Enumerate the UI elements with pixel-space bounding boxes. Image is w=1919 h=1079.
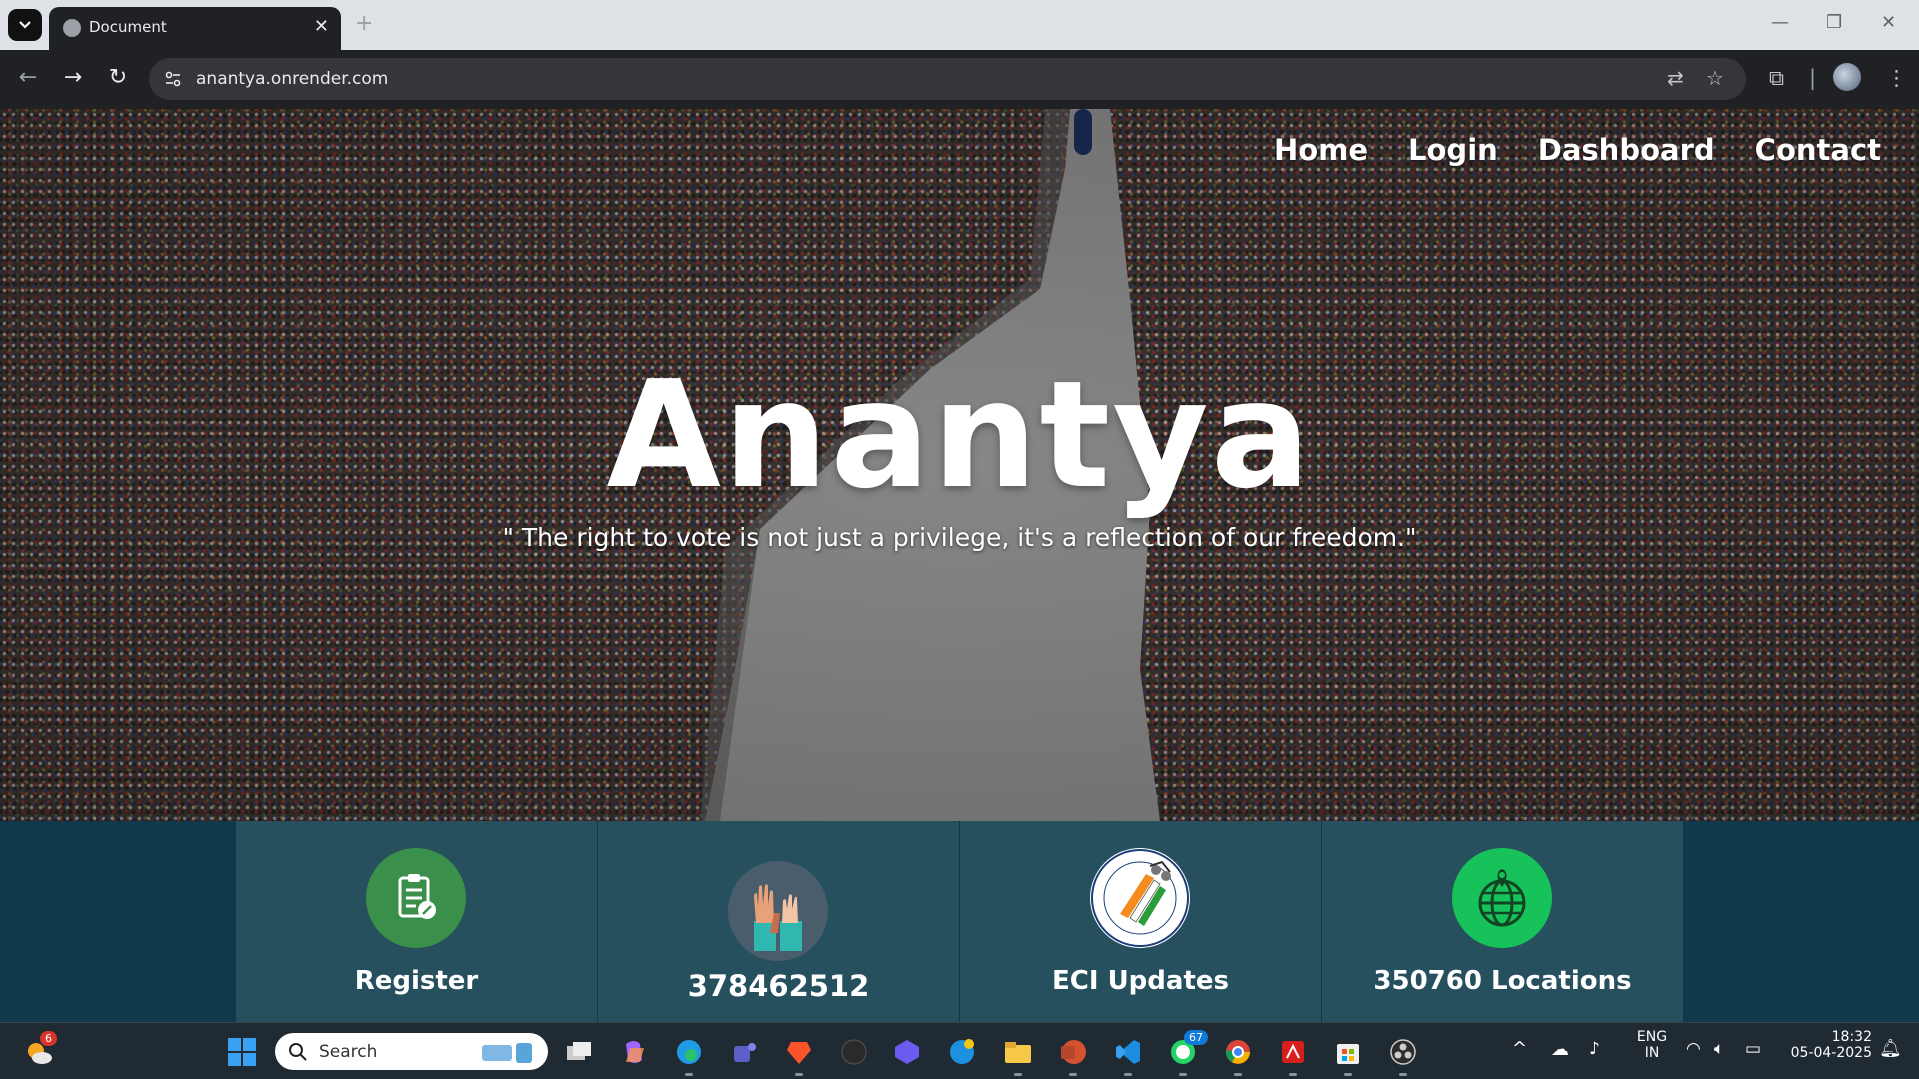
file-explorer-icon[interactable]: [1001, 1035, 1035, 1076]
notification-bell-icon[interactable]: 🔔︎: [1879, 1038, 1902, 1059]
nav-login-link[interactable]: Login: [1408, 133, 1498, 167]
reload-icon[interactable]: ↻: [103, 65, 133, 90]
hero-title: Anantya: [606, 349, 1313, 521]
browser-tab[interactable]: Document ✕: [49, 7, 341, 50]
clock-date: 05-04-2025: [1790, 1045, 1872, 1061]
browser-toolbar: ← → ↻ anantya.onrender.com ⇄ ☆ ⧉ | ⋮: [0, 50, 1919, 109]
ms-store-icon[interactable]: [1331, 1035, 1365, 1076]
url-text: anantya.onrender.com: [196, 69, 389, 89]
battery-icon[interactable]: ▭: [1745, 1039, 1761, 1059]
clock[interactable]: 18:32 05-04-2025: [1780, 1029, 1872, 1061]
voters-count-label: 378462512: [687, 969, 870, 1003]
nav-dashboard-link[interactable]: Dashboard: [1538, 133, 1715, 167]
teams-icon[interactable]: [727, 1035, 761, 1069]
extensions-icon[interactable]: ⧉: [1769, 66, 1784, 91]
register-card[interactable]: Register: [236, 821, 597, 1022]
onedrive-icon[interactable]: ☁: [1551, 1039, 1569, 1060]
hero-quote: " The right to vote is not just a privil…: [502, 523, 1417, 552]
search-icon: [289, 1043, 307, 1061]
voters-count-card[interactable]: 378462512: [598, 821, 959, 1022]
obs-icon[interactable]: [1386, 1035, 1420, 1076]
start-button[interactable]: [225, 1035, 259, 1069]
edge-icon[interactable]: [672, 1035, 706, 1076]
search-highlight-icon: [482, 1043, 532, 1063]
shield-app-icon[interactable]: [890, 1035, 924, 1069]
search-placeholder: Search: [319, 1042, 378, 1062]
browser-tab-bar: Document ✕ + — ❐ ✕: [0, 0, 1919, 50]
copilot-icon[interactable]: [617, 1035, 651, 1069]
nav-contact-link[interactable]: Contact: [1755, 133, 1881, 167]
locations-label: 350760 Locations: [1373, 966, 1632, 996]
close-tab-icon[interactable]: ✕: [314, 16, 329, 37]
forward-icon[interactable]: →: [58, 65, 88, 90]
help-app-icon[interactable]: [945, 1035, 979, 1069]
chrome-icon[interactable]: [1221, 1035, 1255, 1076]
nav-home-link[interactable]: Home: [1274, 133, 1368, 167]
toolbar-divider: |: [1809, 66, 1817, 90]
translate-icon[interactable]: ⇄: [1667, 66, 1684, 90]
whatsapp-icon[interactable]: 67: [1166, 1030, 1208, 1076]
restore-icon[interactable]: ❐: [1826, 12, 1842, 33]
globe-icon: [1452, 848, 1552, 948]
tab-title: Document: [89, 18, 167, 36]
eci-updates-label: ECI Updates: [1052, 966, 1229, 996]
globe-favicon-icon: [63, 19, 81, 37]
minimize-icon[interactable]: —: [1771, 12, 1789, 33]
features-strip: Register 378462512 ECI Updates 350760 Lo…: [0, 821, 1919, 1022]
os-taskbar: 6 Search 67 ^ ☁ ♪ ENG IN ◠ 🔈︎ ▭ 18:32 05…: [0, 1022, 1919, 1079]
powerpoint-icon[interactable]: [1056, 1035, 1090, 1076]
site-info-icon[interactable]: [163, 69, 183, 89]
new-tab-button[interactable]: +: [355, 11, 373, 36]
language-region: IN: [1644, 1045, 1660, 1061]
back-icon[interactable]: ←: [13, 65, 43, 90]
bookmark-star-icon[interactable]: ☆: [1706, 66, 1724, 90]
profile-avatar[interactable]: [1833, 63, 1861, 91]
show-hidden-icons-chevron[interactable]: ^: [1512, 1038, 1527, 1059]
clock-time: 18:32: [1831, 1029, 1872, 1045]
acrobat-icon[interactable]: [1276, 1035, 1310, 1076]
brave-icon[interactable]: [782, 1035, 816, 1076]
address-bar[interactable]: anantya.onrender.com ⇄ ☆: [149, 58, 1746, 100]
close-window-icon[interactable]: ✕: [1881, 12, 1896, 33]
vscode-icon[interactable]: [1111, 1035, 1145, 1076]
language-code: ENG: [1636, 1029, 1668, 1045]
locations-card[interactable]: 350760 Locations: [1322, 821, 1683, 1022]
volume-icon[interactable]: 🔈︎: [1714, 1039, 1724, 1059]
weather-widget-icon[interactable]: 6: [22, 1031, 57, 1069]
hero-section: Home Login Dashboard Contact Anantya " T…: [0, 109, 1919, 821]
language-indicator[interactable]: ENG IN: [1632, 1029, 1672, 1061]
mic-status-icon[interactable]: ♪: [1589, 1039, 1600, 1059]
taskbar-search[interactable]: Search: [275, 1033, 548, 1070]
windows-logo-icon: [228, 1038, 256, 1066]
clipboard-icon: [366, 848, 466, 948]
chevron-down-icon: [19, 21, 31, 29]
tab-search-button[interactable]: [8, 9, 42, 41]
eci-updates-card[interactable]: ECI Updates: [960, 821, 1321, 1022]
task-view-icon[interactable]: [562, 1035, 596, 1069]
register-label: Register: [354, 966, 479, 996]
whatsapp-badge: 67: [1184, 1030, 1208, 1045]
wifi-icon[interactable]: ◠: [1686, 1039, 1701, 1059]
raised-hands-icon: [728, 861, 828, 961]
page-viewport: Home Login Dashboard Contact Anantya " T…: [0, 109, 1919, 1022]
globe-app-icon[interactable]: [837, 1035, 871, 1069]
weather-badge: 6: [40, 1031, 57, 1046]
eci-logo-icon: [1090, 848, 1190, 948]
menu-kebab-icon[interactable]: ⋮: [1886, 66, 1907, 90]
site-navigation: Home Login Dashboard Contact: [1274, 133, 1881, 167]
